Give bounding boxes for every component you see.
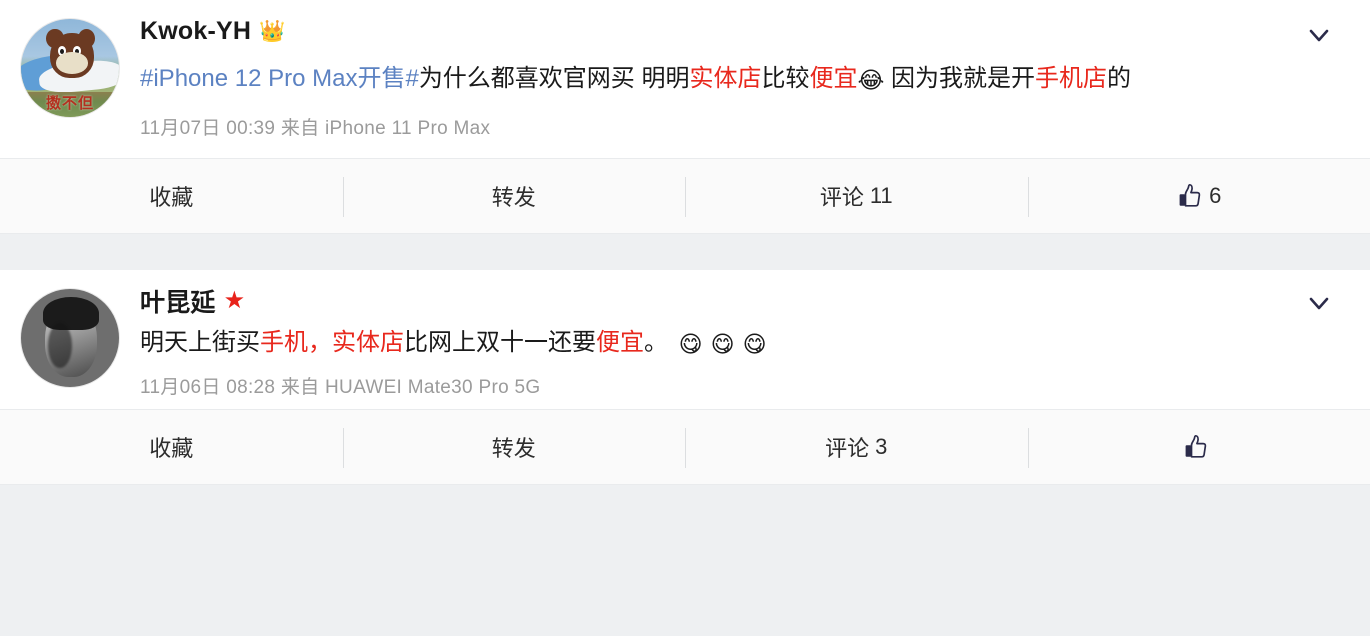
favorite-label: 收藏 [149,185,194,211]
post-meta: 11月07日 00:39 来自 iPhone 11 Pro Max [140,118,491,140]
post-action-bar: 收藏 转发 评论 3 [0,408,1370,485]
author-name[interactable]: Kwok-YH [140,17,251,46]
yummy-emoji-1: 😋 [678,331,703,358]
hashtag-link[interactable]: #iPhone 12 Pro Max开售# [140,65,419,92]
portrait-photo-avatar[interactable] [20,288,120,389]
post-spacer [0,140,1370,158]
post-text-segment-3: 因为我就是开 [884,65,1036,92]
post-text-segment-3: 比网上双十一还要 [404,329,596,357]
laughing-emoji: 😂 [857,67,885,93]
weibo-feed: 擞不但 Kwok-YH 👑 #iPhone 12 Pro Max开售#为什么都喜… [0,0,1370,636]
repost-label: 转发 [491,185,536,211]
thumbs-up-icon [1176,183,1203,209]
post-text-segment-1: 明天上街买 [140,329,260,357]
post-text-highlight-3: 手机店 [1035,65,1108,92]
star-icon: ★ [223,287,246,315]
favorite-button[interactable]: 收藏 [0,159,343,233]
post-text-highlight-2: 实体店 [332,329,404,357]
comment-count: 3 [875,433,888,459]
comment-label: 评论 [825,435,870,461]
post-content: 叶昆延 ★ 明天上街买手机，实体店比网上双十一还要便宜。 😋 😋 😋 11月06日 … [140,284,1370,398]
post-text-segment-4: 的 [1107,65,1132,92]
post-body: 叶昆延 ★ 明天上街买手机，实体店比网上双十一还要便宜。 😋 😋 😋 11月06日 … [0,270,1370,398]
repost-label: 转发 [491,435,536,461]
post-text-segment-1: 为什么都喜欢官网买 明明 [418,65,690,92]
post-text: #iPhone 12 Pro Max开售#为什么都喜欢官网买 明明实体店比较便宜… [140,60,1292,99]
like-button[interactable] [1027,410,1370,484]
repost-button[interactable]: 转发 [342,159,686,233]
cartoon-mouse-avatar[interactable]: 擞不但 [20,18,120,118]
favorite-label: 收藏 [149,435,194,461]
post-text-highlight-1: 实体店 [689,65,762,92]
post-divider-gap [0,234,1370,271]
post-meta: 11月06日 08:28 来自 HUAWEI Mate30 Pro 5G [140,376,541,398]
avatar-caption-text: 擞不但 [45,95,94,113]
avatar-column: 擞不但 [0,14,140,140]
post-text-highlight-2: 便宜 [809,65,858,92]
comment-button[interactable]: 评论 3 [685,410,1028,484]
post-text-highlight-1: 手机 [260,329,308,357]
like-count: 6 [1209,183,1222,209]
post-text-segment-4: 。 [644,329,675,357]
thumbs-up-icon [1182,434,1209,460]
crown-icon: 👑 [259,19,286,43]
comment-label: 评论 [819,185,864,211]
favorite-button[interactable]: 收藏 [0,410,343,484]
repost-button[interactable]: 转发 [342,410,686,484]
yummy-emoji-2: 😋 [710,331,735,358]
author-row: 叶昆延 ★ [140,284,1292,318]
like-button[interactable]: 6 [1027,159,1370,233]
collapse-post-button[interactable] [1306,290,1332,316]
post-spacer [0,399,1370,409]
avatar-muzzle-shape [56,52,88,74]
post-action-bar: 收藏 转发 评论 11 6 [0,158,1370,235]
post-text-highlight-3: 便宜 [596,329,644,357]
comment-count: 11 [869,183,893,209]
collapse-post-button[interactable] [1306,22,1332,48]
post-content: Kwok-YH 👑 #iPhone 12 Pro Max开售#为什么都喜欢官网买… [140,14,1370,140]
avatar-shadow-shape [48,322,72,368]
post-text-segment-2: 比较 [761,65,810,92]
post-text-segment-2: ， [308,329,332,357]
author-row: Kwok-YH 👑 [140,14,1292,48]
post-card: 擞不但 Kwok-YH 👑 #iPhone 12 Pro Max开售#为什么都喜… [0,0,1370,235]
yummy-emoji-3: 😋 [742,331,767,358]
post-body: 擞不但 Kwok-YH 👑 #iPhone 12 Pro Max开售#为什么都喜… [0,0,1370,140]
comment-button[interactable]: 评论 11 [685,159,1028,233]
post-card: 叶昆延 ★ 明天上街买手机，实体店比网上双十一还要便宜。 😋 😋 😋 11月06日 … [0,270,1370,485]
post-text: 明天上街买手机，实体店比网上双十一还要便宜。 😋 😋 😋 [140,324,1292,363]
avatar-hair-shape [42,297,100,331]
avatar-column [0,284,140,398]
author-name[interactable]: 叶昆延 [140,283,216,319]
